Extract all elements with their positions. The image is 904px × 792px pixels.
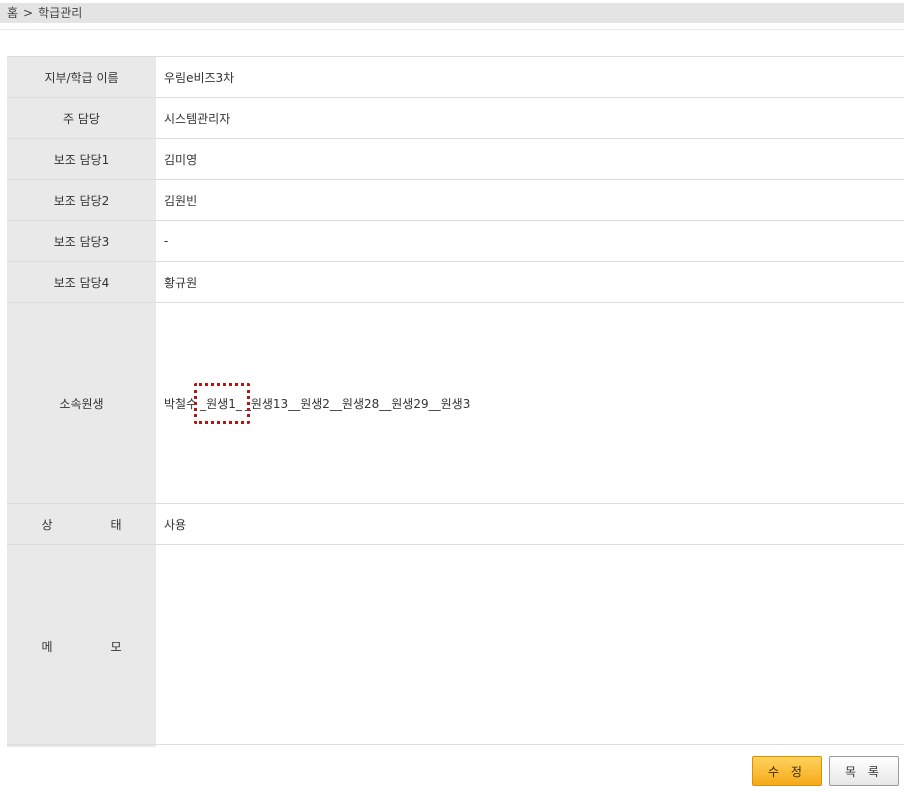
row-value: 박철수 _원생1_ _원생13__원생2__원생28__원생29__원생3 [156,303,904,503]
row-value: 김원빈 [156,180,904,220]
row-value: 김미영 [156,139,904,179]
memo-value [156,545,904,747]
row-students: 소속원생 박철수 _원생1_ _원생13__원생2__원생28__원생29__원생3 [7,303,904,504]
row-label: 지부/학급 이름 [7,57,156,97]
row-label: 주 담당 [7,98,156,138]
row-label: 상태 [7,504,156,544]
row-value: 우림e비즈3차 [156,57,904,97]
memo-label-b: 모 [110,639,122,654]
row-value: - [156,221,904,261]
status-label-b: 태 [110,517,122,532]
memo-label-a: 메 [41,639,53,654]
row-status: 상태 사용 [7,504,904,544]
row-label: 보조 담당2 [7,180,156,220]
divider [0,29,904,30]
breadcrumb-home[interactable]: 홈 [7,6,18,20]
row-label: 메모 [7,545,156,747]
breadcrumb-current: 학급관리 [38,6,83,20]
row-label: 보조 담당4 [7,262,156,302]
student-name: 박철수 [164,396,198,411]
row-value: 황규원 [156,262,904,302]
row-class-name: 지부/학급 이름 우림e비즈3차 [7,57,904,98]
edit-button[interactable]: 수 정 [752,756,822,786]
highlighted-student: _원생1_ [194,382,250,424]
row-value: 사용 [156,504,904,544]
row-sub-manager-3: 보조 담당3 - [7,221,904,262]
list-button[interactable]: 목 록 [829,756,899,786]
breadcrumb-separator: > [23,6,34,20]
row-sub-manager-1: 보조 담당1 김미영 [7,139,904,180]
student-names-rest: _원생13__원생2__원생28__원생29__원생3 [244,396,471,411]
row-sub-manager-4: 보조 담당4 황규원 [7,262,904,303]
class-detail-table: 지부/학급 이름 우림e비즈3차 주 담당 시스템관리자 보조 담당1 김미영 … [7,56,904,747]
row-memo: 메모 [7,544,904,747]
row-sub-manager-2: 보조 담당2 김원빈 [7,180,904,221]
breadcrumb: 홈 > 학급관리 [0,3,904,23]
row-label: 보조 담당3 [7,221,156,261]
divider [7,744,904,745]
row-label: 소속원생 [7,303,156,503]
row-label: 보조 담당1 [7,139,156,179]
row-main-manager: 주 담당 시스템관리자 [7,98,904,139]
student-list: 박철수 _원생1_ _원생13__원생2__원생28__원생29__원생3 [164,382,471,424]
row-value: 시스템관리자 [156,98,904,138]
status-label-a: 상 [41,517,53,532]
